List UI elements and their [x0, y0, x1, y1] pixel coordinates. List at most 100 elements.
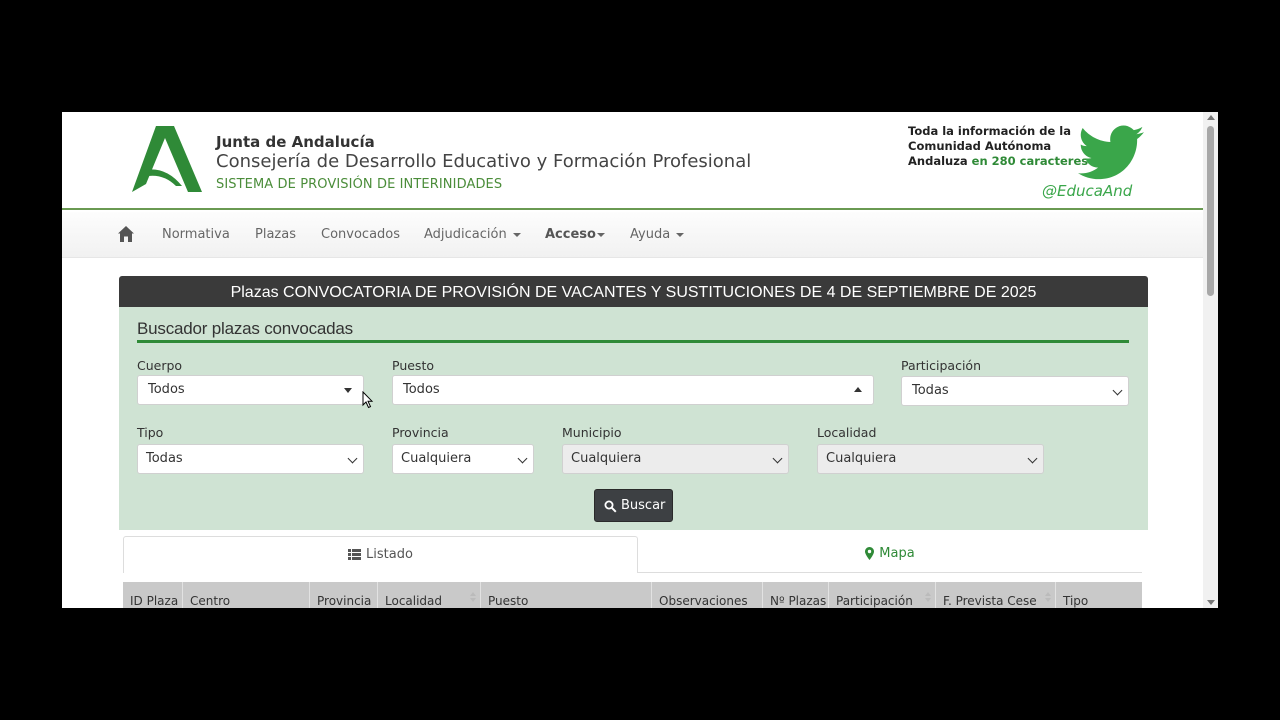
- localidad-label: Localidad: [817, 425, 877, 440]
- column-header-puesto[interactable]: Puesto: [481, 582, 652, 608]
- participacion-value: Todas: [912, 383, 949, 398]
- site-header: Junta de Andalucía Consejería de Desarro…: [62, 112, 1203, 210]
- column-label: Puesto: [488, 594, 529, 608]
- provincia-value: Cualquiera: [401, 451, 472, 466]
- column-label: Localidad: [385, 594, 443, 608]
- triangle-down-icon: [344, 388, 352, 393]
- nav-acceso-label: Acceso: [545, 227, 596, 242]
- plazas-panel: Plazas CONVOCATORIA DE PROVISIÓN DE VACA…: [119, 276, 1148, 608]
- column-label: ID Plaza: [130, 594, 179, 608]
- twitter-handle[interactable]: @EducaAnd: [1042, 182, 1132, 200]
- search-title: Buscador plazas convocadas: [137, 319, 353, 338]
- municipio-select[interactable]: Cualquiera: [562, 444, 789, 474]
- column-header-observaciones[interactable]: Observaciones: [652, 582, 763, 608]
- nav-adjudicacion-label: Adjudicación: [424, 227, 507, 242]
- nav-acceso[interactable]: Acceso: [545, 227, 605, 242]
- result-tabs: Listado Mapa: [123, 536, 1142, 573]
- browser-viewport: Junta de Andalucía Consejería de Desarro…: [62, 112, 1218, 608]
- localidad-select[interactable]: Cualquiera: [817, 444, 1044, 474]
- map-marker-icon: [865, 547, 875, 560]
- column-label: Observaciones: [659, 594, 748, 608]
- column-header-centro[interactable]: Centro: [183, 582, 310, 608]
- scroll-down-arrow-icon[interactable]: [1207, 600, 1215, 605]
- triangle-up-icon: [854, 387, 862, 392]
- nav-convocados[interactable]: Convocados: [321, 227, 400, 242]
- puesto-label: Puesto: [392, 358, 434, 373]
- localidad-value: Cualquiera: [826, 451, 897, 466]
- title-divider: [137, 340, 1129, 343]
- search-button[interactable]: Buscar: [594, 489, 673, 522]
- tipo-select[interactable]: Todas: [137, 444, 364, 474]
- nav-adjudicacion[interactable]: Adjudicación: [424, 227, 521, 242]
- chevron-down-icon: [1112, 385, 1123, 396]
- column-label: Centro: [190, 594, 231, 608]
- promo-line-3: Andaluza en 280 caracteres: [908, 154, 1088, 169]
- nav-ayuda[interactable]: Ayuda: [630, 227, 685, 242]
- sort-icon: [470, 592, 476, 604]
- caret-down-icon: [596, 232, 605, 237]
- main-navbar: Normativa Plazas Convocados Adjudicación…: [62, 212, 1203, 258]
- chevron-down-icon: [517, 453, 528, 464]
- promo-line-3a: Andaluza: [908, 154, 972, 168]
- list-icon: [348, 549, 362, 560]
- column-label: Participación: [836, 594, 913, 608]
- caret-down-icon: [512, 232, 521, 237]
- puesto-select[interactable]: Todos: [392, 375, 874, 405]
- puesto-value: Todos: [403, 382, 440, 397]
- panel-heading: Plazas CONVOCATORIA DE PROVISIÓN DE VACA…: [119, 276, 1148, 307]
- twitter-bird-icon[interactable]: [1078, 125, 1144, 181]
- caret-down-icon: [676, 232, 685, 237]
- column-header-fecha-cese[interactable]: F. Prevista Cese: [936, 582, 1056, 608]
- system-name: SISTEMA DE PROVISIÓN DE INTERINIDADES: [216, 177, 503, 192]
- search-form: Buscador plazas convocadas Cuerpo Todos …: [119, 307, 1148, 530]
- chevron-down-icon: [772, 453, 783, 464]
- promo-line-2: Comunidad Autónoma: [908, 139, 1052, 153]
- vertical-scrollbar[interactable]: [1203, 112, 1218, 608]
- sort-icon: [925, 592, 931, 604]
- tipo-label: Tipo: [137, 425, 164, 440]
- cuerpo-value: Todos: [148, 382, 185, 397]
- tab-listado-label: Listado: [366, 547, 413, 562]
- nav-ayuda-label: Ayuda: [630, 227, 671, 242]
- search-button-label: Buscar: [621, 498, 666, 513]
- junta-andalucia-logo[interactable]: [132, 126, 202, 192]
- scrollbar-thumb[interactable]: [1207, 126, 1214, 296]
- municipio-label: Municipio: [562, 425, 622, 440]
- twitter-promo[interactable]: Toda la información de la Comunidad Autó…: [908, 124, 1088, 169]
- participacion-select[interactable]: Todas: [901, 376, 1129, 406]
- column-header-tipo[interactable]: Tipo: [1056, 582, 1142, 608]
- municipio-value: Cualquiera: [571, 451, 642, 466]
- chevron-down-icon: [347, 453, 358, 464]
- participacion-label: Participación: [901, 358, 982, 373]
- home-icon[interactable]: [117, 225, 135, 243]
- cuerpo-select[interactable]: Todos: [137, 375, 364, 405]
- department-name: Consejería de Desarrollo Educativo y For…: [216, 151, 752, 172]
- column-header-num-plazas[interactable]: Nº Plazas: [763, 582, 829, 608]
- column-header-localidad[interactable]: Localidad: [378, 582, 481, 608]
- column-label: F. Prevista Cese: [943, 594, 1037, 608]
- provincia-label: Provincia: [392, 425, 449, 440]
- mouse-cursor-icon: [362, 391, 374, 409]
- nav-normativa[interactable]: Normativa: [162, 227, 230, 242]
- tab-mapa-label: Mapa: [879, 546, 915, 561]
- promo-line-1: Toda la información de la: [908, 124, 1071, 138]
- table-header: ID Plaza Centro Provincia Localidad Pues…: [123, 582, 1142, 608]
- column-header-id-plaza[interactable]: ID Plaza: [123, 582, 183, 608]
- column-header-participacion[interactable]: Participación: [829, 582, 936, 608]
- tab-mapa[interactable]: Mapa: [638, 536, 1142, 572]
- column-label: Nº Plazas: [770, 594, 827, 608]
- org-name: Junta de Andalucía: [216, 133, 375, 151]
- tipo-value: Todas: [146, 451, 183, 466]
- column-label: Tipo: [1063, 594, 1089, 608]
- cuerpo-label: Cuerpo: [137, 358, 183, 373]
- sort-icon: [1045, 592, 1051, 604]
- provincia-select[interactable]: Cualquiera: [392, 444, 534, 474]
- column-label: Provincia: [317, 594, 372, 608]
- tab-listado[interactable]: Listado: [123, 536, 638, 573]
- scroll-up-arrow-icon[interactable]: [1207, 115, 1215, 120]
- chevron-down-icon: [1027, 453, 1038, 464]
- nav-plazas[interactable]: Plazas: [255, 227, 296, 242]
- promo-line-3b: en 280 caracteres: [971, 154, 1089, 168]
- search-icon: [604, 500, 617, 513]
- column-header-provincia[interactable]: Provincia: [310, 582, 378, 608]
